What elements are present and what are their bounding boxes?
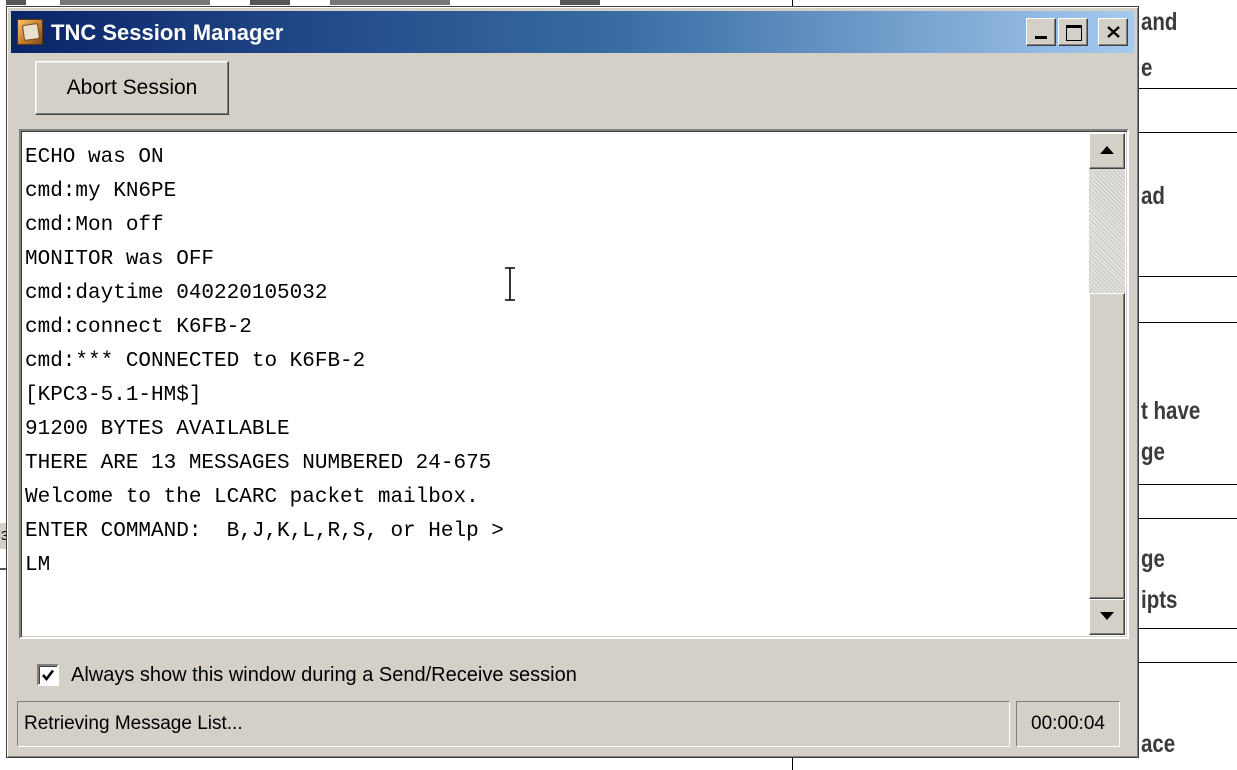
terminal-line: cmd:connect K6FB-2 [25,316,252,339]
background-text-fragment: t have [1141,397,1201,425]
checkmark-icon [42,669,55,682]
background-rule [1137,322,1237,323]
status-message: Retrieving Message List... [24,713,243,734]
title-bar[interactable]: TNC Session Manager [11,11,1134,53]
minimize-button[interactable] [1026,18,1056,46]
terminal-line: Welcome to the LCARC packet mailbox. [25,486,479,509]
arrow-up-icon [1100,146,1114,154]
always-show-checkbox[interactable] [37,664,59,686]
background-rule [1137,628,1237,629]
elapsed-time: 00:00:04 [1031,713,1105,734]
background-divider [792,756,793,770]
terminal-line: MONITOR was OFF [25,248,215,271]
terminal-line: cmd:my KN6PE [25,180,177,203]
text-cursor-icon [505,267,515,301]
status-message-panel: Retrieving Message List... [17,701,1010,747]
always-show-option[interactable]: Always show this window during a Send/Re… [37,657,577,693]
elapsed-time-panel: 00:00:04 [1016,701,1120,747]
session-terminal[interactable]: ECHO was ON cmd:my KN6PE cmd:Mon off MONITO… [19,129,1129,639]
terminal-output: ECHO was ON cmd:my KN6PE cmd:Mon off MONITO… [25,141,504,583]
terminal-line: cmd:Mon off [25,214,164,237]
terminal-line: cmd:daytime 040220105032 [25,282,328,305]
background-rule [1137,88,1237,89]
vertical-scrollbar[interactable] [1089,133,1125,635]
background-rule [1137,276,1237,277]
scroll-up-button[interactable] [1089,133,1125,169]
status-bar: Retrieving Message List... 00:00:04 [17,701,1128,747]
maximize-button[interactable] [1058,18,1088,46]
background-rule [1137,484,1237,485]
tnc-session-manager-window: TNC Session Manager Abort Session ECHO w… [6,6,1139,758]
background-text-fragment: e [1141,54,1153,82]
background-text-fragment: ge [1141,438,1165,466]
background-text-fragment: ge [1141,545,1165,573]
terminal-line: ENTER COMMAND: B,J,K,L,R,S, or Help > [25,520,504,543]
background-rule [1137,132,1237,133]
arrow-down-icon [1100,612,1114,620]
terminal-line: ECHO was ON [25,146,164,169]
app-icon[interactable] [17,19,43,45]
scrollbar-thumb[interactable] [1089,293,1125,599]
abort-session-button[interactable]: Abort Session [35,61,229,115]
close-button[interactable] [1098,18,1128,46]
terminal-line: [KPC3-5.1-HM$] [25,384,202,407]
terminal-line: 91200 BYTES AVAILABLE [25,418,290,441]
close-icon [1107,26,1120,38]
background-text-fragment: ipts [1141,586,1178,614]
scroll-down-button[interactable] [1089,599,1125,635]
background-text-fragment: ace [1141,730,1176,758]
terminal-line: cmd:*** CONNECTED to K6FB-2 [25,350,366,373]
terminal-line: THERE ARE 13 MESSAGES NUMBERED 24-675 [25,452,492,475]
always-show-label[interactable]: Always show this window during a Send/Re… [71,664,577,687]
window-title: TNC Session Manager [51,20,284,45]
background-text-fragment: ad [1141,182,1165,210]
background-rule [1137,662,1237,663]
background-text-fragment: and [1141,8,1178,36]
terminal-line: LM [25,554,51,577]
background-rule [1137,518,1237,519]
